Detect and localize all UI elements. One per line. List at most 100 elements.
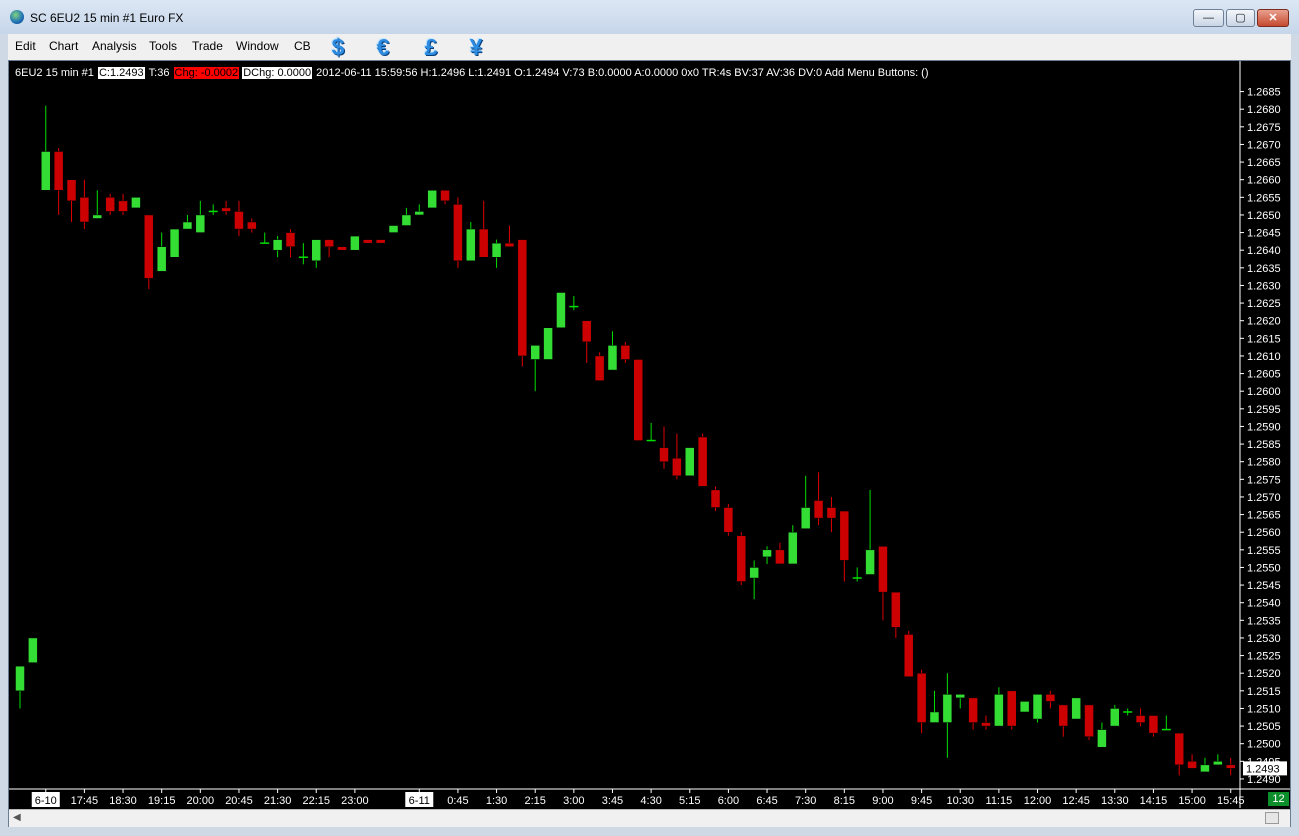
menu-chart[interactable]: Chart xyxy=(49,39,78,53)
candle-body xyxy=(504,242,515,247)
time-tick-label: 13:30 xyxy=(1101,795,1129,807)
price-tick-label: 1.2590 xyxy=(1247,421,1281,433)
maximize-button[interactable]: ▢ xyxy=(1226,9,1255,27)
minimize-button[interactable]: — xyxy=(1193,9,1224,27)
candle-body xyxy=(929,711,940,723)
time-tick-label: 1:30 xyxy=(486,795,507,807)
time-tick-label: 21:30 xyxy=(264,795,292,807)
candle-body xyxy=(144,214,154,279)
candle-body xyxy=(272,239,283,251)
candle-body xyxy=(594,355,605,381)
candle-body xyxy=(517,239,528,357)
price-tick-label: 1.2585 xyxy=(1247,439,1281,451)
price-tick-label: 1.2520 xyxy=(1247,668,1281,680)
scroll-left-arrow-icon[interactable]: ◀ xyxy=(13,812,21,823)
chart-grid xyxy=(9,61,1290,808)
candle-body xyxy=(478,228,489,258)
candle-body xyxy=(736,535,747,582)
price-tick-label: 1.2630 xyxy=(1247,280,1281,292)
euro-icon[interactable]: € xyxy=(370,34,396,60)
dollar-icon[interactable]: $ xyxy=(325,34,351,60)
time-tick-label: 9:00 xyxy=(872,795,893,807)
candle-body xyxy=(1032,694,1043,720)
title-bar: SC 6EU2 15 min #1 Euro FX — ▢ ✕ xyxy=(0,0,1299,34)
price-tick-label: 1.2640 xyxy=(1247,245,1281,257)
pound-icon[interactable]: £ xyxy=(418,34,444,60)
price-tick-label: 1.2545 xyxy=(1247,580,1281,592)
bar-count-badge: 12 xyxy=(1268,792,1289,806)
candle-body xyxy=(1135,715,1146,723)
candle-body xyxy=(375,239,386,244)
price-tick-label: 1.2565 xyxy=(1247,510,1281,522)
candle-body xyxy=(195,214,206,233)
candle-body xyxy=(994,694,1004,727)
candle-body xyxy=(672,457,682,477)
menu-analysis[interactable]: Analysis xyxy=(92,39,137,53)
menu-window[interactable]: Window xyxy=(236,39,279,53)
candle-body xyxy=(234,211,244,230)
price-tick-label: 1.2670 xyxy=(1247,139,1281,151)
candle-body xyxy=(1213,761,1223,766)
time-tick-label: 12:00 xyxy=(1024,795,1052,807)
candle-body xyxy=(839,510,850,561)
time-tick-label: 6-10 xyxy=(35,795,57,807)
candle-body xyxy=(453,204,463,262)
time-tick-label: 12:45 xyxy=(1062,795,1090,807)
candle-body xyxy=(466,228,476,262)
candle-body xyxy=(427,190,437,209)
time-tick-label: 20:45 xyxy=(225,795,253,807)
candle-body xyxy=(813,500,824,519)
menu-cb[interactable]: CB xyxy=(294,39,311,53)
scroll-thumb[interactable] xyxy=(1265,812,1279,824)
candle-body xyxy=(311,239,321,262)
candle-body xyxy=(247,221,257,230)
time-tick-label: 15:45 xyxy=(1217,795,1245,807)
time-tick-label: 20:00 xyxy=(187,795,215,807)
close-button[interactable]: ✕ xyxy=(1257,9,1289,27)
candle-body xyxy=(800,507,811,529)
time-tick-label: 2:15 xyxy=(524,795,545,807)
candle-body xyxy=(401,214,412,226)
menu-tools[interactable]: Tools xyxy=(149,39,177,53)
candle-body xyxy=(414,211,425,216)
candle-body xyxy=(826,507,837,519)
candle-body xyxy=(556,292,566,328)
price-tick-label: 1.2515 xyxy=(1247,686,1281,698)
info-symbol: 6EU2 15 min #1 xyxy=(15,67,94,79)
info-daily-change: DChg: 0.0000 xyxy=(242,67,313,79)
price-tick-label: 1.2490 xyxy=(1247,774,1281,786)
menu-edit[interactable]: Edit xyxy=(15,39,36,53)
price-chart[interactable]: 1.2685 1.2680 1.2675 1.2670 1.2665 1.2660 1.26… xyxy=(9,61,1290,808)
candle-body xyxy=(981,722,991,727)
menu-trade[interactable]: Trade xyxy=(192,39,223,53)
price-tick-label: 1.2575 xyxy=(1247,474,1281,486)
candle-body xyxy=(324,239,334,247)
price-tick-label: 1.2635 xyxy=(1247,263,1281,275)
time-tick-label: 6:00 xyxy=(718,795,739,807)
candle-body xyxy=(156,246,167,272)
price-tick-label: 1.2675 xyxy=(1247,122,1281,134)
candle-body xyxy=(581,320,592,343)
candle-body xyxy=(1084,704,1094,737)
candle-body xyxy=(92,214,103,219)
price-tick-label: 1.2610 xyxy=(1247,351,1281,363)
candle-body xyxy=(942,694,953,723)
price-tick-label: 1.2505 xyxy=(1247,721,1281,733)
candle-body xyxy=(41,151,51,191)
candle-body xyxy=(697,436,708,487)
candle-body xyxy=(491,242,502,258)
price-tick-label: 1.2530 xyxy=(1247,633,1281,645)
candle-body xyxy=(891,591,901,628)
candle-body xyxy=(788,531,798,565)
price-tick-label: 1.2615 xyxy=(1247,333,1281,345)
yen-icon[interactable]: ¥ xyxy=(463,34,489,60)
info-close: C:1.2493 xyxy=(97,67,145,79)
candle-body xyxy=(105,197,115,212)
price-tick-label: 1.2665 xyxy=(1247,157,1281,169)
time-tick-label: 0:45 xyxy=(447,795,468,807)
price-tick-label: 1.2570 xyxy=(1247,492,1281,504)
candle-body xyxy=(66,179,77,202)
candle-body xyxy=(1187,761,1197,769)
horizontal-scrollbar[interactable]: ◀ xyxy=(9,809,1290,827)
candle-body xyxy=(118,200,128,212)
